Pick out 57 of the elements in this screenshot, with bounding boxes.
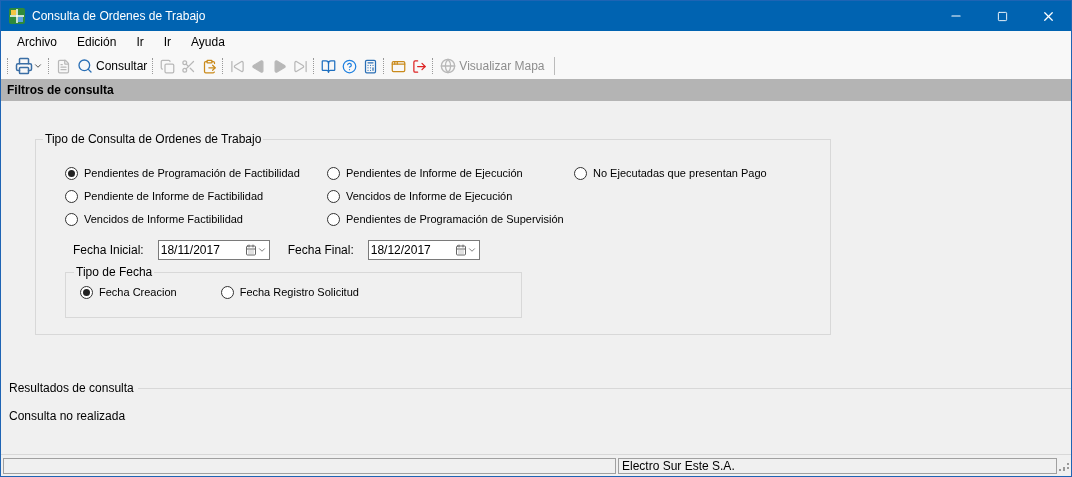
results-message: Consulta no realizada bbox=[8, 408, 127, 425]
next-icon bbox=[272, 58, 288, 74]
radio-button[interactable] bbox=[65, 167, 78, 180]
exit-icon bbox=[412, 58, 428, 74]
group-title: Tipo de Consulta de Ordenes de Trabajo bbox=[44, 131, 263, 148]
menu-item[interactable]: Edición bbox=[67, 33, 127, 51]
radio-option[interactable]: Pendientes de Programación de Supervisión bbox=[327, 208, 564, 231]
first-record-icon bbox=[230, 58, 246, 74]
calendar-dropdown-icon[interactable] bbox=[244, 244, 267, 256]
radio-button[interactable] bbox=[80, 286, 93, 299]
radio-option[interactable]: Pendientes de Programación de Factibilidad bbox=[65, 162, 300, 185]
clipboard-icon bbox=[202, 58, 218, 74]
caret-icon bbox=[33, 61, 43, 71]
windows-icon bbox=[391, 58, 407, 74]
menu-item[interactable]: Ir bbox=[126, 33, 154, 51]
date-picker[interactable]: 18/12/2017 bbox=[367, 240, 480, 260]
radio-button[interactable] bbox=[220, 286, 234, 299]
radio-button[interactable] bbox=[65, 213, 78, 226]
radio-button[interactable] bbox=[574, 167, 587, 180]
date-label: Fecha Inicial: bbox=[73, 242, 144, 259]
radio-option[interactable]: Vencidos de Informe de Ejecución bbox=[327, 185, 513, 208]
radio-option[interactable]: Vencidos de Informe Factibilidad bbox=[65, 208, 243, 231]
document-icon bbox=[56, 58, 71, 74]
copy-icon bbox=[160, 58, 176, 74]
radio-option[interactable]: No Ejecutadas que presentan Pago bbox=[574, 162, 767, 185]
scissors-icon bbox=[181, 58, 197, 74]
calendar-dropdown-icon[interactable] bbox=[454, 244, 477, 256]
radio-button[interactable] bbox=[65, 190, 78, 203]
radio-button[interactable] bbox=[327, 213, 340, 226]
menu-item[interactable]: Ayuda bbox=[181, 33, 235, 51]
results-title: Resultados de consulta bbox=[8, 380, 135, 397]
last-record-icon bbox=[293, 58, 309, 74]
menu-item[interactable]: Ir bbox=[153, 33, 182, 51]
calculator-icon bbox=[363, 58, 379, 74]
radio-button[interactable] bbox=[327, 190, 340, 203]
menu-item[interactable]: Archivo bbox=[7, 33, 67, 51]
resize-grip-icon bbox=[1059, 460, 1069, 471]
previous-icon bbox=[251, 58, 267, 74]
radio-option[interactable]: Fecha Creacion bbox=[80, 281, 177, 304]
radio-option[interactable]: Pendientes de Informe de Ejecución bbox=[327, 162, 523, 185]
search-icon bbox=[77, 58, 93, 74]
globe-icon bbox=[440, 58, 457, 74]
date-label: Fecha Final: bbox=[287, 242, 354, 259]
group-title: Tipo de Fecha bbox=[75, 264, 154, 281]
window-title: Consulta de Ordenes de Trabajo bbox=[32, 8, 206, 25]
section-header: Filtros de consulta bbox=[1, 79, 1071, 101]
radio-option[interactable]: Fecha Registro Solicitud bbox=[220, 281, 359, 304]
radio-button[interactable] bbox=[327, 167, 340, 180]
help-icon bbox=[342, 58, 358, 74]
printer-icon bbox=[15, 57, 33, 75]
app-icon bbox=[9, 8, 25, 24]
toolbar-button[interactable]: Consultar bbox=[74, 55, 151, 77]
maximize-icon bbox=[996, 10, 1008, 22]
radio-option[interactable]: Pendiente de Informe de Factibilidad bbox=[65, 185, 264, 208]
book-icon bbox=[321, 58, 337, 74]
status-company: Electro Sur Este S.A. bbox=[618, 457, 1057, 474]
date-picker[interactable]: 18/11/2017 bbox=[157, 240, 270, 260]
